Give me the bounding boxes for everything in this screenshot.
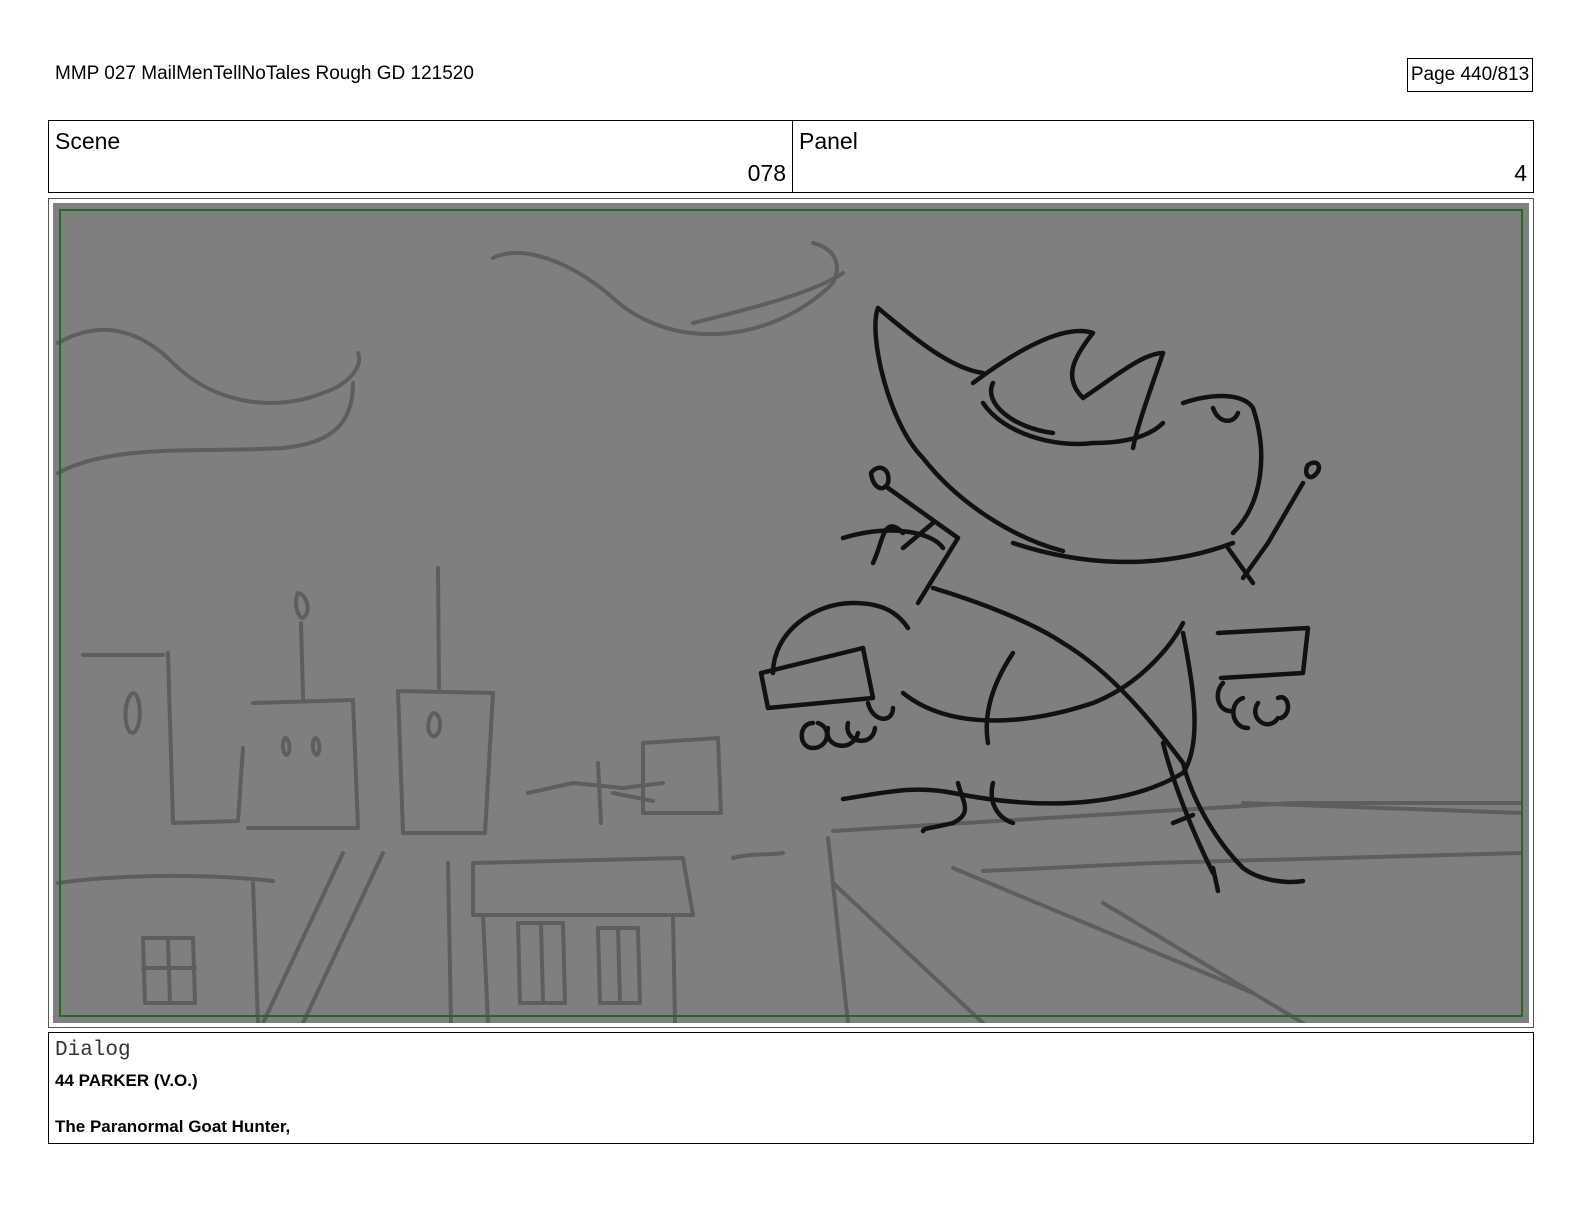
document-title: MMP 027 MailMenTellNoTales Rough GD 1215… — [55, 63, 474, 84]
panel-cell: Panel 4 — [793, 121, 1533, 192]
scene-label: Scene — [55, 128, 121, 154]
scene-panel-header: Scene 078 Panel 4 — [48, 120, 1534, 193]
sketch-drawing — [56, 241, 1523, 1023]
dialog-speaker: 44 PARKER (V.O.) — [55, 1071, 198, 1090]
scene-number: 078 — [747, 160, 786, 186]
page-number-box: Page 440/813 — [1407, 58, 1533, 92]
storyboard-sketch — [53, 203, 1529, 1023]
dialog-text: The Paranormal Goat Hunter, — [55, 1117, 291, 1136]
panel-number: 4 — [1514, 160, 1527, 186]
dialog-label: Dialog — [55, 1039, 131, 1062]
panel-label: Panel — [799, 128, 858, 154]
dialog-box: Dialog 44 PARKER (V.O.) The Paranormal G… — [48, 1032, 1534, 1144]
storyboard-frame — [48, 198, 1534, 1028]
scene-cell: Scene 078 — [49, 121, 793, 192]
